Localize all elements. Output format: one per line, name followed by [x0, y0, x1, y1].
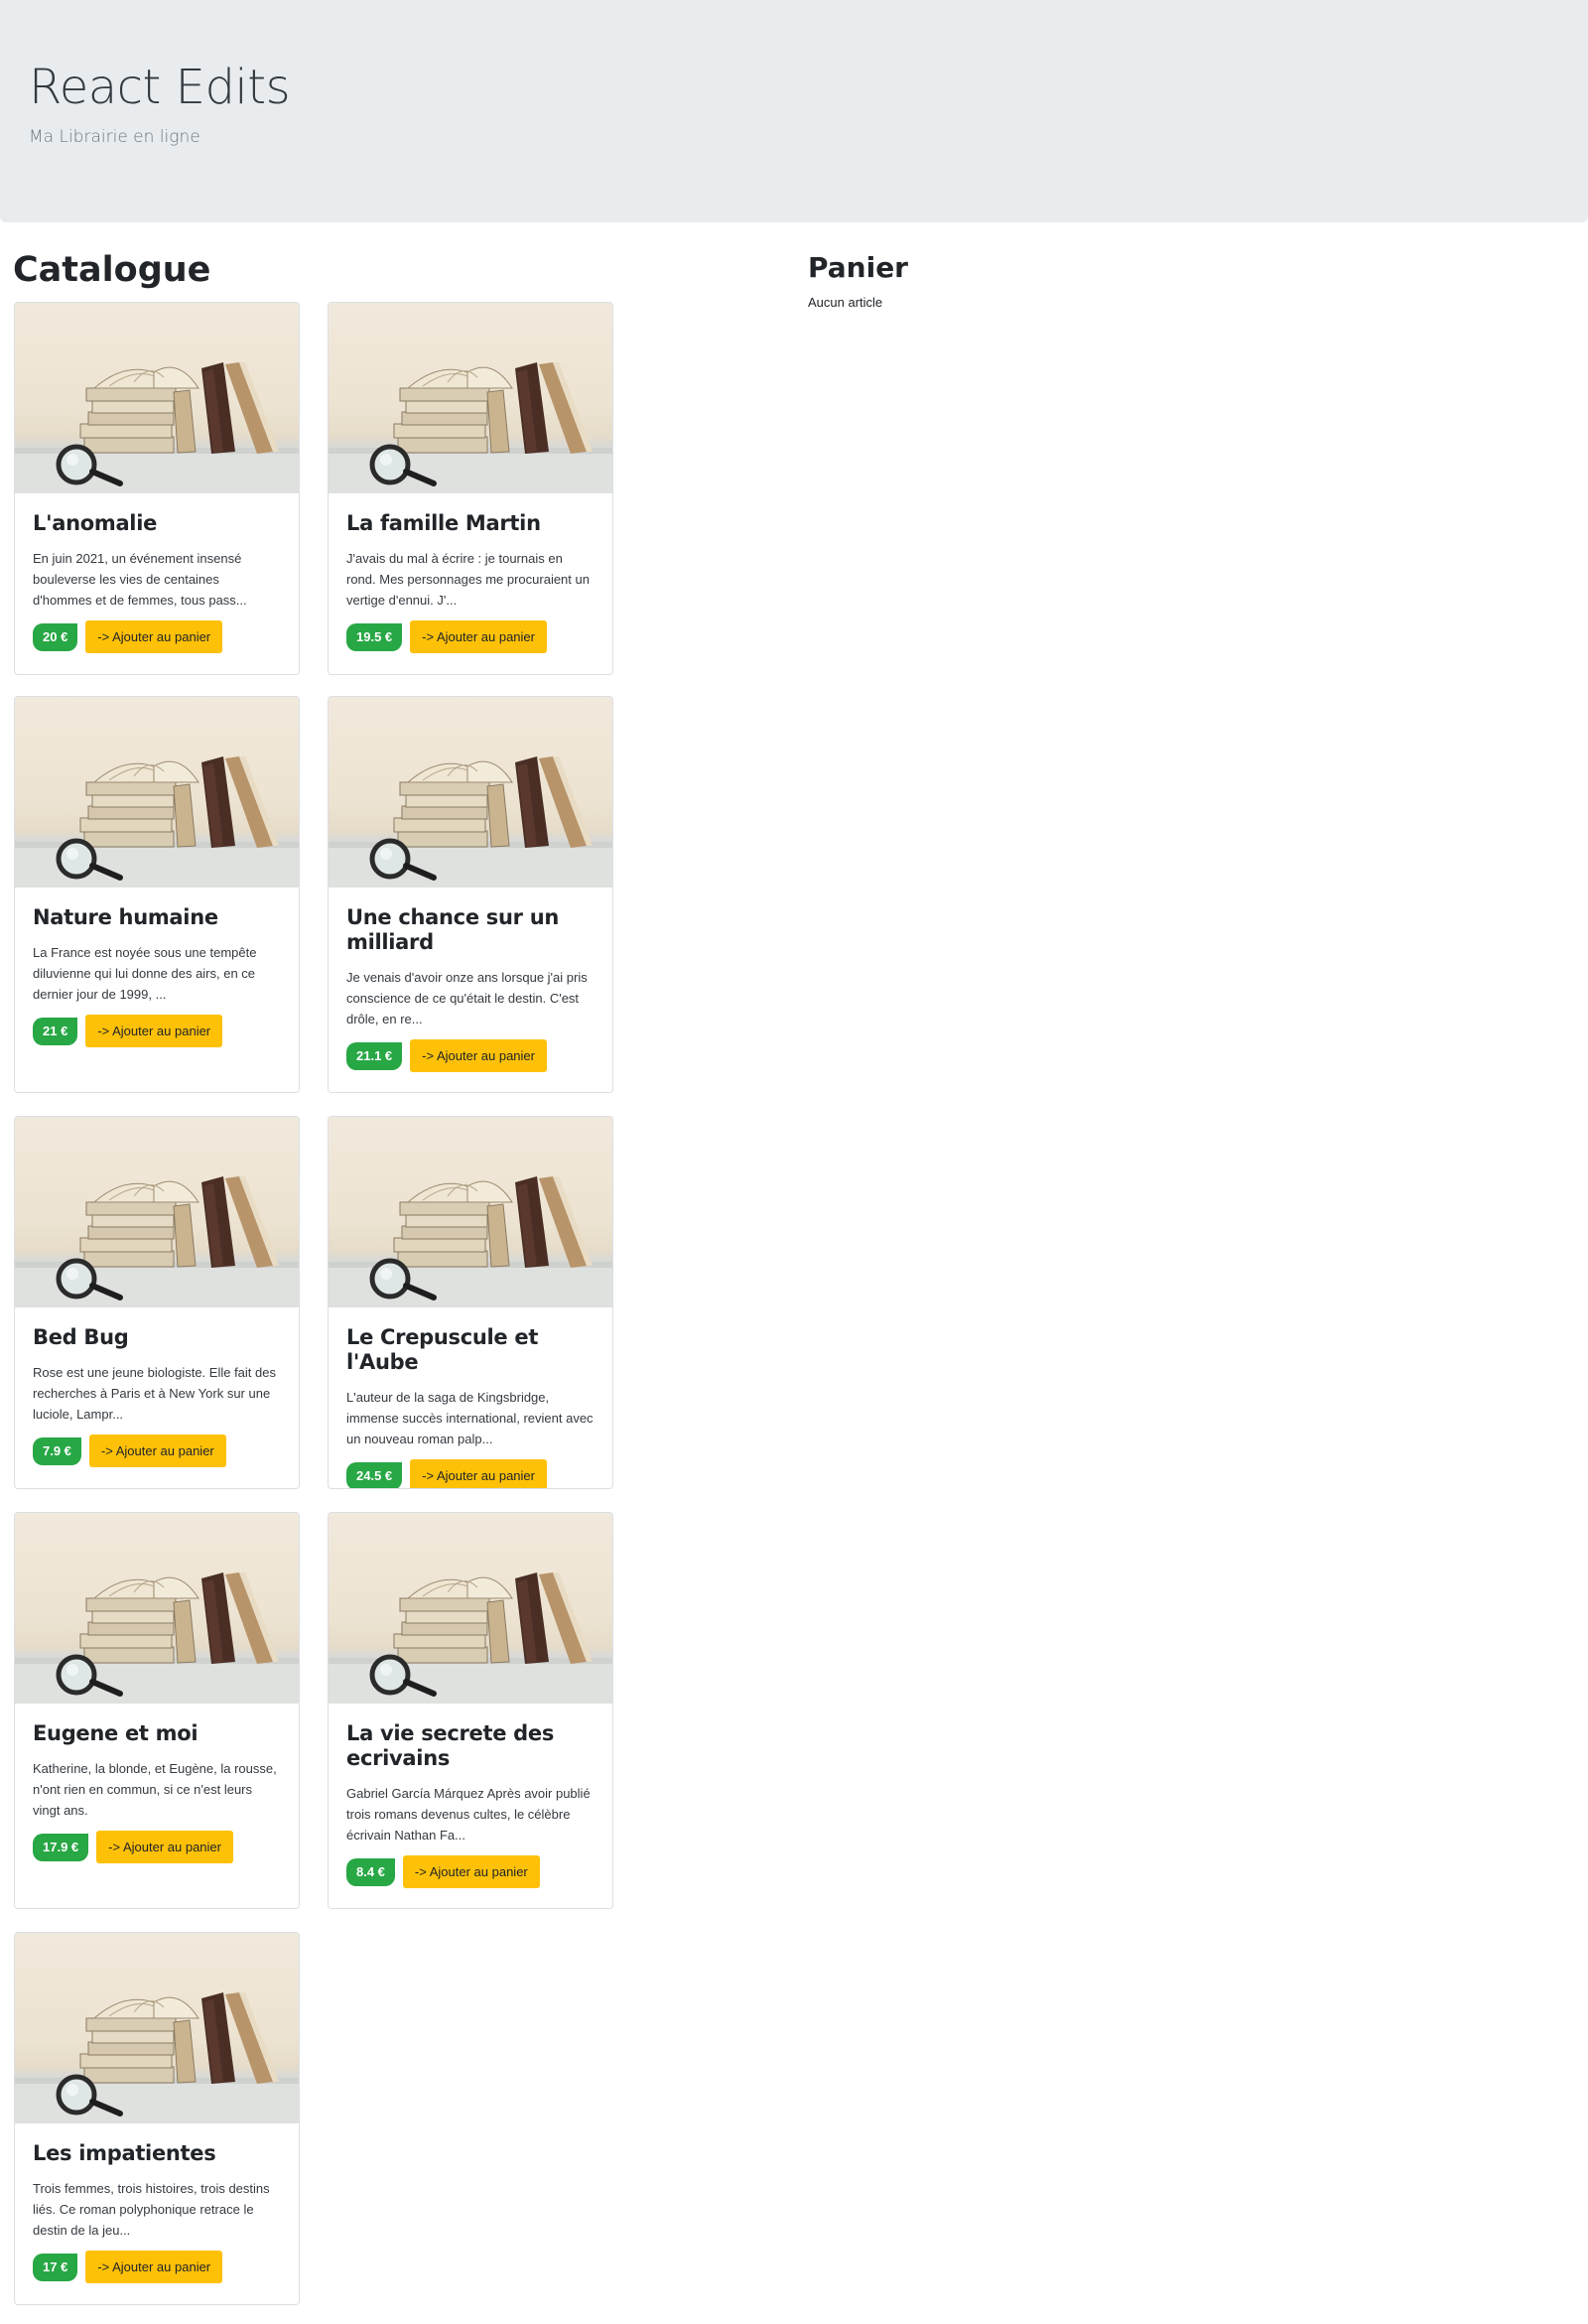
book-cover-image: [15, 1117, 299, 1307]
book-card: L'anomalie En juin 2021, un événement in…: [14, 302, 300, 675]
book-description: L'auteur de la saga de Kingsbridge, imme…: [346, 1390, 594, 1446]
books-with-magnifier-icon: [329, 1572, 612, 1704]
card-body: La vie secrete des ecrivains Gabriel Gar…: [329, 1704, 612, 1904]
card-actions: 20 € -> Ajouter au panier: [33, 620, 281, 653]
catalogue-title: Catalogue: [13, 250, 211, 290]
price-badge: 21 €: [33, 1017, 78, 1045]
card-actions: 17.9 € -> Ajouter au panier: [33, 1831, 281, 1863]
add-to-cart-button[interactable]: -> Ajouter au panier: [410, 1039, 547, 1072]
books-with-magnifier-icon: [15, 756, 299, 888]
price-badge: 8.4 €: [346, 1857, 395, 1886]
price-badge: 24.5 €: [346, 1461, 403, 1488]
cart-empty-text: Aucun article: [808, 295, 883, 310]
book-description: Gabriel García Márquez Après avoir publi…: [346, 1786, 591, 1843]
book-description: La France est noyée sous une tempête dil…: [33, 945, 257, 1002]
card-body: L'anomalie En juin 2021, un événement in…: [15, 493, 299, 669]
book-description: Katherine, la blonde, et Eugène, la rous…: [33, 1761, 277, 1818]
price-badge: 7.9 €: [33, 1436, 81, 1465]
site-title: React Edits: [29, 60, 291, 115]
book-title: Les impatientes: [33, 2141, 216, 2165]
card-body: Les impatientes Trois femmes, trois hist…: [15, 2123, 299, 2299]
card-actions: 21 € -> Ajouter au panier: [33, 1015, 281, 1047]
book-card: Bed Bug Rose est une jeune biologiste. E…: [14, 1116, 300, 1489]
books-with-magnifier-icon: [329, 1176, 612, 1307]
book-card: Les impatientes Trois femmes, trois hist…: [14, 1932, 300, 2305]
book-cover-image: [15, 697, 299, 888]
books-with-magnifier-icon: [329, 756, 612, 888]
card-actions: 17 € -> Ajouter au panier: [33, 2251, 281, 2283]
book-cover-image: [15, 1933, 299, 2123]
price-badge: 20 €: [33, 622, 78, 651]
card-body: Le Crepuscule et l'Aube L'auteur de la s…: [329, 1307, 612, 1488]
card-body: La famille Martin J'avais du mal à écrir…: [329, 493, 612, 669]
add-to-cart-button[interactable]: -> Ajouter au panier: [85, 2251, 223, 2283]
book-card: Nature humaine La France est noyée sous …: [14, 696, 300, 1093]
book-description: Je venais d'avoir onze ans lorsque j'ai …: [346, 970, 588, 1026]
card-body: Eugene et moi Katherine, la blonde, et E…: [15, 1704, 299, 1879]
price-badge: 17.9 €: [33, 1833, 89, 1861]
book-card: La vie secrete des ecrivains Gabriel Gar…: [328, 1512, 613, 1909]
book-title: Le Crepuscule et l'Aube: [346, 1325, 539, 1374]
book-description: Trois femmes, trois histoires, trois des…: [33, 2181, 270, 2238]
card-body: Nature humaine La France est noyée sous …: [15, 888, 299, 1063]
add-to-cart-button[interactable]: -> Ajouter au panier: [85, 1015, 223, 1047]
card-actions: 24.5 € -> Ajouter au panier: [346, 1459, 595, 1488]
book-title: La famille Martin: [346, 511, 541, 535]
books-with-magnifier-icon: [15, 1176, 299, 1307]
book-title: Nature humaine: [33, 905, 218, 929]
book-description: Rose est une jeune biologiste. Elle fait…: [33, 1365, 276, 1422]
book-card: Le Crepuscule et l'Aube L'auteur de la s…: [328, 1116, 613, 1489]
card-actions: 7.9 € -> Ajouter au panier: [33, 1435, 281, 1467]
book-title: Une chance sur un milliard: [346, 905, 559, 954]
book-cover-image: [329, 697, 612, 888]
header-banner: React Edits Ma Librairie en ligne: [0, 0, 1588, 222]
book-title: L'anomalie: [33, 511, 158, 535]
book-card: La famille Martin J'avais du mal à écrir…: [328, 302, 613, 675]
add-to-cart-button[interactable]: -> Ajouter au panier: [402, 1855, 540, 1888]
add-to-cart-button[interactable]: -> Ajouter au panier: [410, 620, 547, 653]
book-cover-image: [329, 1513, 612, 1704]
book-card: Une chance sur un milliard Je venais d'a…: [328, 696, 613, 1093]
add-to-cart-button[interactable]: -> Ajouter au panier: [96, 1831, 233, 1863]
site-subtitle: Ma Librairie en ligne: [29, 127, 200, 147]
book-title: Bed Bug: [33, 1325, 129, 1349]
books-with-magnifier-icon: [15, 1572, 299, 1704]
card-actions: 21.1 € -> Ajouter au panier: [346, 1039, 595, 1072]
card-body: Bed Bug Rose est une jeune biologiste. E…: [15, 1307, 299, 1483]
book-card: Eugene et moi Katherine, la blonde, et E…: [14, 1512, 300, 1909]
price-badge: 17 €: [33, 2253, 78, 2281]
book-title: Eugene et moi: [33, 1721, 198, 1745]
card-body: Une chance sur un milliard Je venais d'a…: [329, 888, 612, 1088]
card-actions: 8.4 € -> Ajouter au panier: [346, 1855, 595, 1888]
price-badge: 21.1 €: [346, 1041, 403, 1070]
add-to-cart-button[interactable]: -> Ajouter au panier: [85, 620, 223, 653]
price-badge: 19.5 €: [346, 622, 403, 651]
book-description: En juin 2021, un événement insensé boule…: [33, 551, 247, 608]
add-to-cart-button[interactable]: -> Ajouter au panier: [88, 1435, 226, 1467]
book-cover-image: [329, 1117, 612, 1307]
book-description: J'avais du mal à écrire : je tournais en…: [346, 551, 590, 608]
books-with-magnifier-icon: [15, 1992, 299, 2123]
card-actions: 19.5 € -> Ajouter au panier: [346, 620, 595, 653]
book-cover-image: [329, 303, 612, 493]
cart-title: Panier: [808, 251, 908, 284]
books-with-magnifier-icon: [15, 362, 299, 493]
book-title: La vie secrete des ecrivains: [346, 1721, 555, 1770]
add-to-cart-button[interactable]: -> Ajouter au panier: [410, 1459, 547, 1488]
books-with-magnifier-icon: [329, 362, 612, 493]
book-cover-image: [15, 303, 299, 493]
book-cover-image: [15, 1513, 299, 1704]
